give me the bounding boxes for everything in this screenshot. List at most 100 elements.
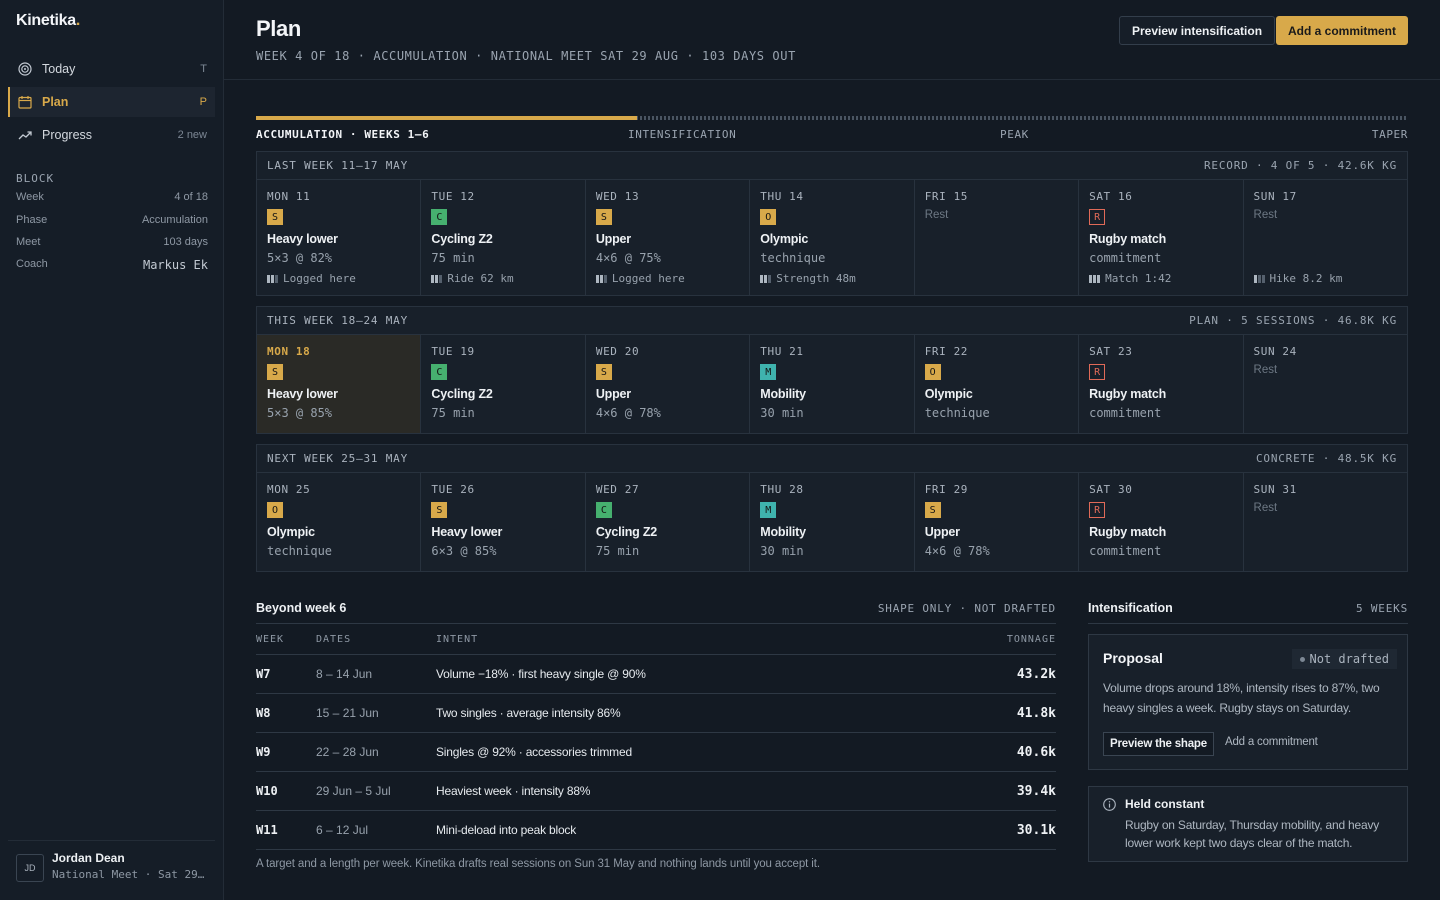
session-title: Upper <box>924 525 960 539</box>
day-cell[interactable]: SUN 24 Rest <box>1244 335 1407 433</box>
week-this: THIS WEEK 18–24 MAY PLAN · 5 SESSIONS · 4… <box>256 306 1408 434</box>
effort-bar <box>1257 274 1261 283</box>
cell-tonnage: 39.4k <box>1016 783 1056 799</box>
nav-item-plan[interactable]: Plan P <box>8 87 215 117</box>
session-title: Cycling Z2 <box>431 387 493 401</box>
effort-bar <box>595 274 599 283</box>
day-cell[interactable]: FRI 22 O Olympic technique <box>915 335 1080 433</box>
table-row[interactable]: W11 6 – 12 Jul Mini-deload into peak block… <box>256 811 1056 850</box>
day-cell[interactable]: WED 13 S Upper 4×6 @ 75% Logged here <box>586 180 751 295</box>
cell-week: W11 <box>256 823 278 837</box>
preview-intensification-button[interactable]: Preview intensification <box>1119 16 1276 45</box>
day-label: THU 14 <box>760 190 804 203</box>
cell-dates: 8 – 14 Jun <box>316 667 373 681</box>
day-cell[interactable]: WED 27 C Cycling Z2 75 min <box>586 473 751 571</box>
cell-dates: 6 – 12 Jul <box>316 823 369 837</box>
add-commitment-button[interactable]: Add a commitment <box>1276 16 1409 45</box>
day-cell[interactable]: SAT 30 R Rugby match commitment <box>1079 473 1244 571</box>
session-type-badge: S <box>595 364 612 380</box>
day-cell-today[interactable]: MON 18 S Heavy lower 5×3 @ 85% <box>257 335 422 433</box>
session-type-badge: S <box>431 502 448 518</box>
cell-dates: 22 – 28 Jun <box>316 745 379 759</box>
session-title: Mobility <box>760 525 806 539</box>
nav-item-progress[interactable]: Progress 2 new <box>8 120 215 150</box>
table-row[interactable]: W8 15 – 21 Jun Two singles · average inten… <box>256 694 1056 733</box>
phase-label-taper: TAPER <box>1371 128 1408 141</box>
table-row[interactable]: W10 29 Jun – 5 Jul Heaviest week · intensi… <box>256 772 1056 811</box>
cell-tonnage: 41.8k <box>1016 705 1056 721</box>
day-cell[interactable]: SAT 16 R Rugby match commitment Match 1:42 <box>1079 180 1244 295</box>
cell-tonnage: 30.1k <box>1016 822 1056 838</box>
day-cell[interactable]: TUE 19 C Cycling Z2 75 min <box>421 335 586 433</box>
col-intent: INTENT <box>436 633 479 645</box>
brand-logo[interactable]: Kinetika. <box>16 12 80 30</box>
day-cell[interactable]: MON 11 S Heavy lower 5×3 @ 82% Logged here <box>257 180 422 295</box>
effort-bar <box>275 274 278 283</box>
block-row-week: Week 4 of 18 <box>16 191 208 203</box>
session-detail: commitment <box>1089 251 1162 265</box>
day-cell[interactable]: SAT 23 R Rugby match commitment <box>1079 335 1244 433</box>
week-meta: CONCRETE · 48.5K KG <box>1255 452 1397 465</box>
day-label: MON 25 <box>267 483 311 496</box>
day-cell[interactable]: WED 20 S Upper 4×6 @ 78% <box>586 335 751 433</box>
add-commitment-link[interactable]: Add a commitment <box>1225 736 1318 748</box>
session-detail: 4×6 @ 78% <box>924 544 990 558</box>
table-row[interactable]: W7 8 – 14 Jun Volume −18% · first heavy si… <box>256 655 1056 694</box>
session-title: Upper <box>595 232 631 246</box>
nav-item-today[interactable]: Today T <box>8 54 215 84</box>
phase-label-peak: PEAK <box>1000 128 1029 141</box>
day-label: SUN 24 <box>1253 345 1297 358</box>
day-cell[interactable]: THU 14 O Olympic technique Strength 48m <box>750 180 915 295</box>
day-cell[interactable]: THU 28 M Mobility 30 min <box>750 473 915 571</box>
nav-shortcut: T <box>200 63 207 75</box>
day-label: SUN 31 <box>1253 483 1297 496</box>
effort-bar <box>267 274 270 283</box>
session-log: Match 1:42 <box>1089 272 1171 285</box>
table-row[interactable]: W9 22 – 28 Jun Singles @ 92% · accessories… <box>256 733 1056 772</box>
day-cell[interactable]: MON 25 O Olympic technique <box>257 473 422 571</box>
cell-dates: 29 Jun – 5 Jul <box>316 784 391 798</box>
day-cell[interactable]: FRI 15 Rest <box>915 180 1080 295</box>
preview-shape-button[interactable]: Preview the shape <box>1103 732 1214 756</box>
session-type-badge: C <box>431 364 448 380</box>
day-label: SAT 23 <box>1089 345 1133 358</box>
block-section-title: BLOCK <box>16 172 55 185</box>
session-title: Olympic <box>267 525 315 539</box>
effort-bar <box>439 274 443 283</box>
day-cell[interactable]: TUE 12 C Cycling Z2 75 min Ride 62 km <box>421 180 586 295</box>
user-profile[interactable]: JD Jordan Dean National Meet · Sat 29 Au… <box>8 840 215 888</box>
cell-week: W8 <box>256 706 271 720</box>
day-label: FRI 22 <box>924 345 969 358</box>
nav-label: Progress <box>42 128 93 142</box>
day-cell[interactable]: TUE 26 S Heavy lower 6×3 @ 85% <box>421 473 586 571</box>
session-detail: technique <box>267 544 333 558</box>
session-type-badge: O <box>267 502 283 518</box>
session-type-badge: O <box>760 209 777 225</box>
intensification-weeks: 5 WEEKS <box>1356 602 1408 615</box>
session-title: Olympic <box>760 232 809 246</box>
held-body: Rugby on Saturday, Thursday mobility, an… <box>1125 818 1380 850</box>
phase-label-accumulation: ACCUMULATION · WEEKS 1–6 <box>256 128 430 141</box>
day-cell[interactable]: THU 21 M Mobility 30 min <box>750 335 915 433</box>
week-meta: RECORD · 4 OF 5 · 42.6K KG <box>1204 159 1397 172</box>
week-label: LAST WEEK 11–17 MAY <box>267 159 409 172</box>
beyond-title: Beyond week 6 <box>256 601 347 615</box>
effort-bar <box>1089 274 1093 283</box>
session-detail: technique <box>924 406 990 420</box>
table-header: WEEK DATES INTENT TONNAGE <box>256 624 1056 655</box>
day-label: MON 11 <box>267 190 311 203</box>
session-detail: 6×3 @ 85% <box>431 544 497 558</box>
effort-bar <box>435 274 439 283</box>
session-type-badge: R <box>1089 502 1106 518</box>
session-detail: technique <box>760 251 826 265</box>
day-cell[interactable]: SUN 31 Rest <box>1244 473 1407 571</box>
week-label: NEXT WEEK 25–31 MAY <box>267 452 409 465</box>
col-tonnage: TONNAGE <box>1006 633 1056 645</box>
day-cell[interactable]: FRI 29 S Upper 4×6 @ 78% <box>915 473 1080 571</box>
cell-dates: 15 – 21 Jun <box>316 706 379 720</box>
nav-label: Plan <box>42 95 69 109</box>
day-cell[interactable]: SUN 17 Rest Hike 8.2 km <box>1244 180 1407 295</box>
proposal-body: Volume drops around 18%, intensity rises… <box>1103 681 1380 715</box>
effort-bars-icon <box>595 274 607 283</box>
session-type-badge: R <box>1089 209 1106 225</box>
